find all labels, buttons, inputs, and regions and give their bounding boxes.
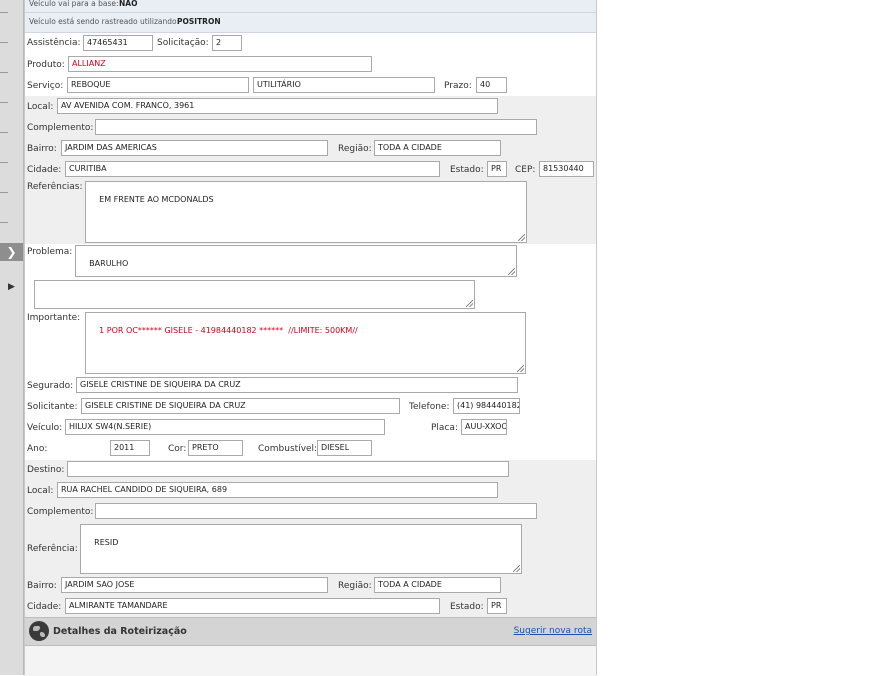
destino-estado-label: Estado: <box>450 602 484 612</box>
placa-label: Placa: <box>431 423 458 433</box>
base-info-row: Veículo vai para a base: NÃO <box>25 0 596 13</box>
routing-details-title: Detalhes da Roteirização <box>53 626 187 637</box>
destino-estado-field[interactable]: PR <box>487 598 507 614</box>
destino-complemento-field[interactable] <box>95 503 537 519</box>
prazo-label: Prazo: <box>444 81 472 91</box>
regiao-field[interactable]: TODA A CIDADE <box>374 140 501 156</box>
extra-textarea[interactable] <box>34 280 475 309</box>
veiculo-label: Veículo: <box>27 423 63 433</box>
problema-label: Problema: <box>27 247 73 257</box>
bairro-field[interactable]: JARDIM DAS AMERICAS <box>61 140 328 156</box>
base-label: Veículo vai para a base: <box>29 0 119 8</box>
veiculo-field[interactable]: HILUX SW4(N.SERIE) <box>65 419 385 435</box>
destino-referencia-text: RESID <box>94 538 119 547</box>
routing-details-header: Detalhes da Roteirização Sugerir nova ro… <box>25 617 596 646</box>
servico-tipo-field[interactable]: UTILITÁRIO <box>253 77 435 93</box>
servico-label: Serviço: <box>27 81 64 91</box>
cidade-field[interactable]: CURITIBA <box>65 161 440 177</box>
complemento-field[interactable] <box>95 119 537 135</box>
produto-field[interactable]: ALLIANZ <box>68 56 372 72</box>
divider <box>0 132 8 133</box>
service-detail-panel: Veículo vai para a base: NÃO Veículo est… <box>24 0 597 676</box>
divider <box>0 42 8 43</box>
segurado-label: Segurado: <box>27 381 74 391</box>
divider <box>0 192 8 193</box>
ano-field[interactable]: 2011 <box>110 440 150 456</box>
destino-regiao-field[interactable]: TODA A CIDADE <box>374 577 501 593</box>
local-label: Local: <box>27 102 54 112</box>
divider <box>0 72 8 73</box>
servico-field[interactable]: REBOQUE <box>67 77 249 93</box>
resize-grip-icon[interactable] <box>466 300 473 307</box>
referencias-text: EM FRENTE AO MCDONALDS <box>99 195 214 204</box>
regiao-label: Região: <box>338 144 372 154</box>
prazo-field[interactable]: 40 <box>476 77 507 93</box>
divider <box>0 102 8 103</box>
destino-cidade-field[interactable]: ALMIRANTE TAMANDARE <box>65 598 440 614</box>
telefone-field[interactable]: (41) 984440182 <box>453 398 520 414</box>
solicitacao-label: Solicitação: <box>157 38 209 48</box>
cor-label: Cor: <box>168 444 187 454</box>
destino-bairro-field[interactable]: JARDIM SAO JOSE <box>61 577 328 593</box>
estado-field[interactable]: PR <box>487 161 507 177</box>
destino-local-label: Local: <box>27 486 54 496</box>
destino-referencia-textarea[interactable]: RESID <box>80 524 522 574</box>
estado-label: Estado: <box>450 165 484 175</box>
placa-field[interactable]: AUU-XXOO <box>461 419 507 435</box>
routing-details-content <box>25 645 596 676</box>
cep-field[interactable]: 81530440 <box>539 161 594 177</box>
destino-local-field[interactable]: RUA RACHEL CANDIDO DE SIQUEIRA, 689 <box>57 482 498 498</box>
combustivel-field[interactable]: DIESEL <box>317 440 372 456</box>
cor-field[interactable]: PRETO <box>188 440 243 456</box>
importante-label: Importante: <box>27 313 81 323</box>
destino-field[interactable] <box>67 461 509 477</box>
problema-textarea[interactable]: BARULHO <box>75 245 517 277</box>
cidade-label: Cidade: <box>27 165 62 175</box>
divider <box>0 222 8 223</box>
destino-cidade-label: Cidade: <box>27 602 62 612</box>
local-field[interactable]: AV AVENIDA COM. FRANCO, 3961 <box>57 98 498 114</box>
assistencia-label: Assistência: <box>27 38 81 48</box>
resize-grip-icon[interactable] <box>508 268 515 275</box>
resize-grip-icon[interactable] <box>517 365 524 372</box>
solicitante-field[interactable]: GISELE CRISTINE DE SIQUEIRA DA CRUZ <box>81 398 400 414</box>
referencias-textarea[interactable]: EM FRENTE AO MCDONALDS <box>85 181 527 243</box>
resize-grip-icon[interactable] <box>518 234 525 241</box>
destino-bairro-label: Bairro: <box>27 581 57 591</box>
destino-complemento-label: Complemento: <box>27 507 94 517</box>
destino-referencia-label: Referência: <box>27 544 78 554</box>
divider <box>0 12 8 13</box>
produto-label: Produto: <box>27 60 65 70</box>
tracking-value: POSITRON <box>177 17 221 26</box>
base-value: NÃO <box>119 0 138 8</box>
expand-panel-arrow-icon[interactable]: ❯ <box>0 243 23 261</box>
ano-label: Ano: <box>27 444 48 454</box>
destino-regiao-label: Região: <box>338 581 372 591</box>
problema-text: BARULHO <box>89 259 129 268</box>
solicitante-label: Solicitante: <box>27 402 78 412</box>
suggest-new-route-link[interactable]: Sugerir nova rota <box>514 626 592 636</box>
left-sidebar-strip <box>0 0 24 675</box>
referencias-label: Referências: <box>27 182 83 192</box>
telefone-label: Telefone: <box>409 402 450 412</box>
assistencia-field[interactable]: 47465431 <box>83 35 153 51</box>
combustivel-label: Combustível: <box>258 444 318 454</box>
cep-label: CEP: <box>515 165 536 175</box>
complemento-label: Complemento: <box>27 123 94 133</box>
tracking-info-row: Veículo está sendo rastreado utilizando:… <box>25 13 596 33</box>
segurado-field[interactable]: GISELE CRISTINE DE SIQUEIRA DA CRUZ <box>76 377 518 393</box>
resize-grip-icon[interactable] <box>513 565 520 572</box>
importante-textarea[interactable]: 1 POR OC****** GISELE - 41984440182 ****… <box>85 312 526 374</box>
expand-arrow-icon[interactable]: ▶ <box>0 279 23 295</box>
destino-label: Destino: <box>27 465 65 475</box>
bairro-label: Bairro: <box>27 144 57 154</box>
tracking-label: Veículo está sendo rastreado utilizando: <box>29 17 180 26</box>
divider <box>0 162 8 163</box>
importante-text: 1 POR OC****** GISELE - 41984440182 ****… <box>99 326 358 335</box>
globe-icon <box>29 621 49 641</box>
solicitacao-field[interactable]: 2 <box>212 35 242 51</box>
